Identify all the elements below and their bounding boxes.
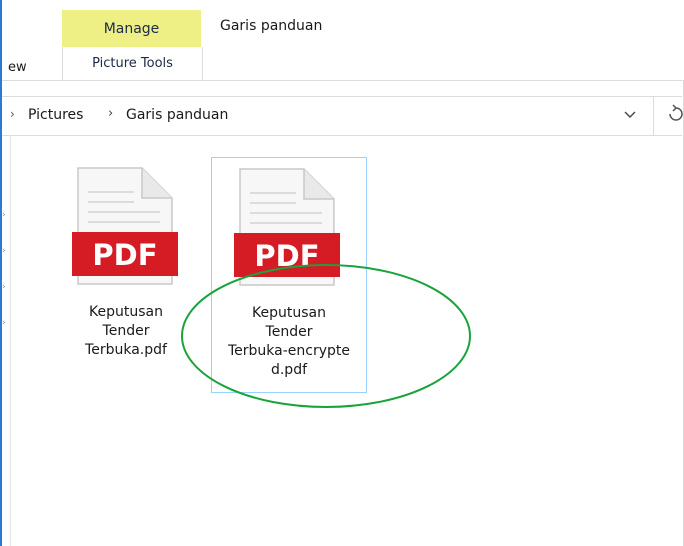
- manage-tab-label: Manage: [103, 20, 160, 37]
- tab-picture-tools-label: Picture Tools: [92, 56, 173, 71]
- pdf-file-icon: PDF: [234, 167, 340, 287]
- file-name[interactable]: Keputusan Tender Terbuka-encrypte d.pdf: [212, 304, 366, 380]
- nav-expand-icon[interactable]: ›: [2, 318, 6, 328]
- file-item-selected[interactable]: PDF Keputusan Tender Terbuka-encrypte d.…: [211, 157, 367, 393]
- pdf-type-label: PDF: [92, 238, 157, 272]
- breadcrumb-garis-panduan[interactable]: Garis panduan: [126, 107, 228, 123]
- manage-tab[interactable]: Manage: [62, 10, 201, 47]
- breadcrumb-separator-icon[interactable]: ›: [108, 106, 113, 121]
- ribbon-tabs: ew Picture Tools: [2, 47, 684, 81]
- refresh-icon[interactable]: [667, 103, 684, 130]
- navigation-pane[interactable]: › › › ›: [2, 136, 11, 546]
- address-divider: [653, 97, 654, 135]
- window-title: Garis panduan: [220, 18, 323, 34]
- address-bar[interactable]: › Pictures › Garis panduan: [2, 96, 684, 136]
- nav-expand-icon[interactable]: ›: [2, 282, 6, 292]
- nav-expand-icon[interactable]: ›: [2, 246, 6, 256]
- tab-view[interactable]: ew: [8, 60, 27, 75]
- file-name[interactable]: Keputusan Tender Terbuka.pdf: [48, 303, 204, 360]
- pdf-type-label: PDF: [254, 239, 319, 273]
- breadcrumb-pictures[interactable]: Pictures: [28, 107, 83, 123]
- chevron-right-icon[interactable]: ›: [10, 107, 15, 121]
- pdf-file-icon: PDF: [72, 166, 178, 286]
- chevron-down-icon[interactable]: [624, 108, 636, 122]
- ribbon-header: Manage Garis panduan: [2, 0, 684, 47]
- nav-expand-icon[interactable]: ›: [2, 210, 6, 220]
- file-item[interactable]: PDF Keputusan Tender Terbuka.pdf: [48, 157, 204, 393]
- tab-picture-tools[interactable]: Picture Tools: [62, 47, 203, 80]
